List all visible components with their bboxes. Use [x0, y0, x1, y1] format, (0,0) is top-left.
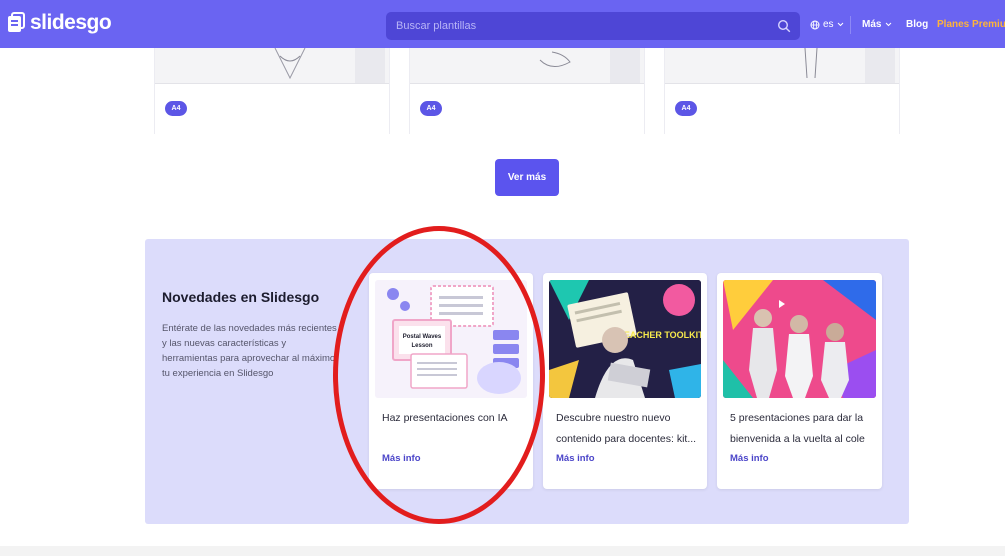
globe-icon	[810, 20, 820, 29]
nav-blog-link[interactable]: Blog	[906, 19, 928, 30]
language-selector[interactable]: es	[810, 19, 844, 30]
search-bar[interactable]	[386, 12, 800, 40]
nav-premium-link[interactable]: Planes Premium	[937, 19, 1005, 30]
template-thumbnail	[665, 48, 899, 84]
chevron-down-icon	[837, 22, 843, 27]
page: slidesgo es Más Blog Planes Premium	[0, 0, 1005, 556]
slidesgo-logo[interactable]: slidesgo	[6, 11, 112, 35]
slidesgo-logo-icon	[8, 12, 25, 32]
format-badge: A4	[420, 101, 442, 116]
news-card-title[interactable]: Descubre nuestro nuevo contenido para do…	[556, 408, 706, 450]
template-thumbnail	[155, 48, 389, 84]
language-label: es	[823, 19, 834, 30]
section-title: Novedades en Slidesgo	[162, 289, 320, 305]
mas-info-link[interactable]: Más info	[382, 453, 421, 464]
image-heading: TEACHER TOOLKIT	[618, 330, 701, 340]
template-card[interactable]: A4	[154, 48, 390, 134]
news-card-title[interactable]: 5 presentaciones para dar la bienvenida …	[730, 408, 880, 450]
nav-divider	[850, 16, 851, 34]
nav-more-menu[interactable]: Más	[862, 19, 892, 30]
format-badge: A4	[675, 101, 697, 116]
novedades-section: Novedades en Slidesgo Entérate de las no…	[145, 239, 909, 524]
news-card-teacher-kit[interactable]: TEACHER TOOLKIT Descubre nuestro nuevo c…	[543, 273, 707, 489]
search-input[interactable]	[396, 20, 766, 32]
format-badge: A4	[165, 101, 187, 116]
news-card-image	[723, 280, 876, 398]
image-heading-1: Postal Waves	[403, 334, 442, 340]
news-card-title[interactable]: Haz presentaciones con IA	[382, 408, 532, 429]
template-thumbnail	[410, 48, 644, 84]
template-card[interactable]: A4	[409, 48, 645, 134]
template-card[interactable]: A4	[664, 48, 900, 134]
nav-more-label: Más	[862, 19, 882, 30]
news-card-back-to-school[interactable]: 5 presentaciones para dar la bienvenida …	[717, 273, 882, 489]
news-card-ai[interactable]: Postal Waves Lesson Haz presentaciones c…	[369, 273, 533, 489]
chevron-down-icon	[886, 22, 892, 27]
logo-text: slidesgo	[30, 11, 112, 34]
search-icon[interactable]	[777, 19, 791, 33]
news-card-image: Postal Waves Lesson	[375, 280, 527, 398]
news-card-image: TEACHER TOOLKIT	[549, 280, 701, 398]
image-heading-2: Lesson	[411, 343, 432, 349]
page-bottom-edge	[0, 546, 1005, 556]
ver-mas-button[interactable]: Ver más	[495, 159, 559, 196]
top-navbar: slidesgo es Más Blog Planes Premium	[0, 0, 1005, 48]
mas-info-link[interactable]: Más info	[556, 453, 595, 464]
mas-info-link[interactable]: Más info	[730, 453, 769, 464]
section-description: Entérate de las novedades más recientes …	[162, 323, 337, 379]
